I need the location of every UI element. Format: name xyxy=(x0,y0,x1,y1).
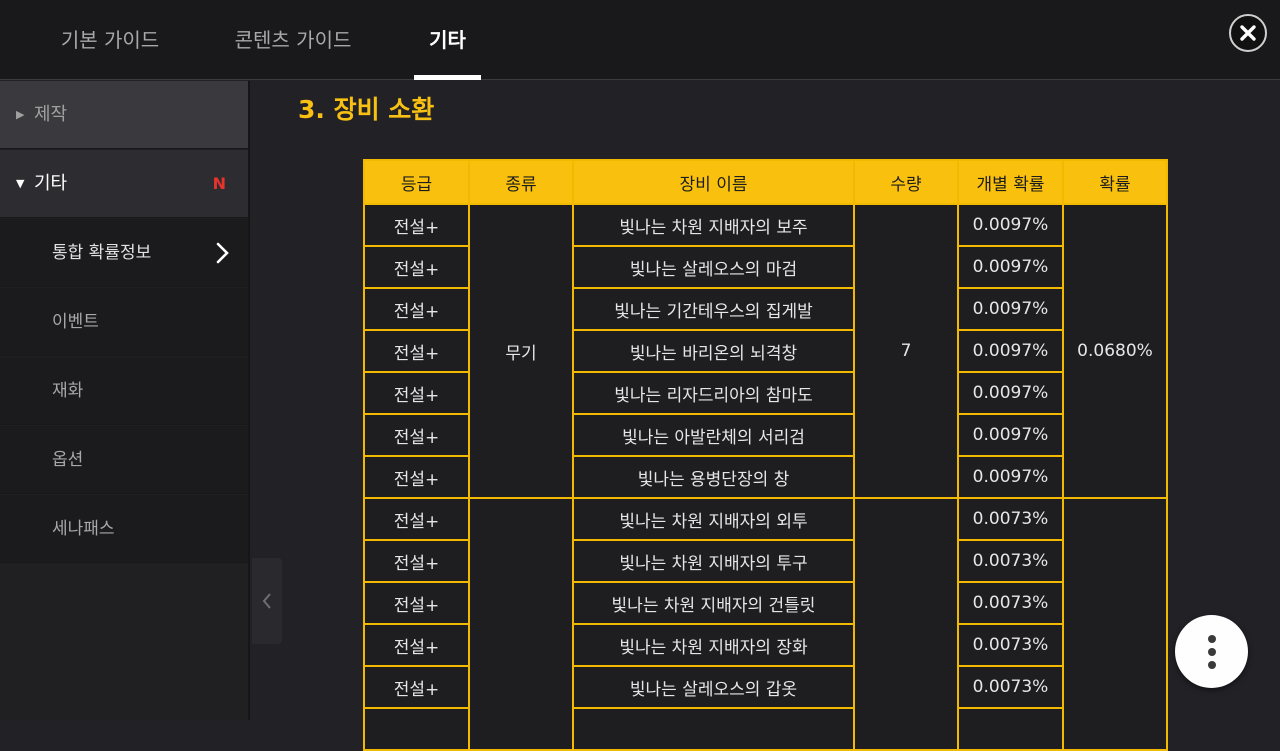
grade-cell: 전설+ xyxy=(363,539,470,583)
grade-cell: 전설+ xyxy=(363,581,470,625)
new-badge: N xyxy=(212,174,226,193)
grade-cell: 전설+ xyxy=(363,371,470,415)
name-cell: 빛나는 차원 지배자의 보주 xyxy=(572,203,855,247)
prob-cell: 0.0097% xyxy=(957,287,1064,331)
grade-cell: 전설+ xyxy=(363,203,470,247)
collapse-sidebar-button[interactable] xyxy=(252,558,282,644)
table-row: 전설+ 빛나는 차원 지배자의 외투 0.0073% xyxy=(363,497,1168,751)
chevron-right-icon xyxy=(216,242,229,264)
sidebar-item-label: 이벤트 xyxy=(52,312,99,332)
prob-cell xyxy=(957,707,1064,751)
top-navigation: 기본 가이드 콘텐츠 가이드 기타 xyxy=(0,0,1280,80)
sidebar-item-label: 옵션 xyxy=(52,450,84,470)
prob-cell: 0.0097% xyxy=(957,245,1064,289)
sidebar-item-currency[interactable]: 재화 xyxy=(0,357,248,425)
grade-cell: 전설+ xyxy=(363,287,470,331)
caret-down-icon: ▼ xyxy=(16,177,25,190)
name-cell: 빛나는 기간테우스의 집게발 xyxy=(572,287,855,331)
type-cell xyxy=(468,497,574,751)
header-grade: 등급 xyxy=(363,159,470,205)
more-vertical-icon xyxy=(1207,634,1216,643)
name-cell: 빛나는 바리온의 뇌격창 xyxy=(572,329,855,373)
sidebar-item-option[interactable]: 옵션 xyxy=(0,426,248,494)
header-count: 수량 xyxy=(853,159,959,205)
sidebar: ▶ 제작 ▼ 기타 N 통합 확률정보 이벤트 재화 옵션 세나패스 xyxy=(0,81,248,720)
grade-cell: 전설+ xyxy=(363,665,470,709)
prob-cell: 0.0073% xyxy=(957,665,1064,709)
sidebar-item-probability[interactable]: 통합 확률정보 xyxy=(0,219,248,287)
grade-cell: 전설+ xyxy=(363,497,470,541)
prob-cell: 0.0073% xyxy=(957,539,1064,583)
prob-cell: 0.0097% xyxy=(957,203,1064,247)
grade-cell: 전설+ xyxy=(363,413,470,457)
sidebar-divider xyxy=(248,81,250,720)
prob-cell: 0.0097% xyxy=(957,455,1064,499)
equipment-probability-table: 등급 종류 장비 이름 수량 개별 확률 확률 전설+ 무기 빛나는 차원 지배… xyxy=(363,159,1168,751)
caret-right-icon: ▶ xyxy=(16,108,25,121)
prob-cell: 0.0073% xyxy=(957,623,1064,667)
sidebar-item-event[interactable]: 이벤트 xyxy=(0,288,248,356)
prob-cell: 0.0073% xyxy=(957,497,1064,541)
table-row: 전설+ 무기 빛나는 차원 지배자의 보주 7 0.0097% 0.0680% xyxy=(363,203,1168,499)
sidebar-category-label: 기타 xyxy=(34,173,68,194)
type-cell: 무기 xyxy=(468,203,574,499)
more-options-button[interactable] xyxy=(1175,615,1248,688)
name-cell: 빛나는 차원 지배자의 외투 xyxy=(572,497,855,541)
grade-cell: 전설+ xyxy=(363,455,470,499)
header-type: 종류 xyxy=(468,159,574,205)
header-prob: 확률 xyxy=(1062,159,1168,205)
name-cell: 빛나는 차원 지배자의 장화 xyxy=(572,623,855,667)
tab-etc[interactable]: 기타 xyxy=(414,0,481,80)
name-cell: 빛나는 살레오스의 갑옷 xyxy=(572,665,855,709)
prob-cell: 0.0097% xyxy=(957,413,1064,457)
close-icon xyxy=(1240,25,1256,41)
more-vertical-icon-dot xyxy=(1207,660,1216,669)
prob-cell: 0.0097% xyxy=(957,329,1064,373)
prob-cell: 0.0097% xyxy=(957,371,1064,415)
header-individual-prob: 개별 확률 xyxy=(957,159,1064,205)
close-button[interactable] xyxy=(1229,14,1267,52)
tab-basic-guide[interactable]: 기본 가이드 xyxy=(50,0,170,80)
section-title: 3. 장비 소환 xyxy=(298,95,435,124)
count-cell xyxy=(853,497,959,751)
tab-content-guide[interactable]: 콘텐츠 가이드 xyxy=(222,0,364,80)
sidebar-category-craft[interactable]: ▶ 제작 xyxy=(0,81,248,149)
sidebar-item-label: 재화 xyxy=(52,381,84,401)
count-cell: 7 xyxy=(853,203,959,499)
name-cell: 빛나는 용병단장의 창 xyxy=(572,455,855,499)
name-cell xyxy=(572,707,855,751)
chevron-left-icon xyxy=(262,593,271,609)
name-cell: 빛나는 아발란체의 서리검 xyxy=(572,413,855,457)
grade-cell: 전설+ xyxy=(363,623,470,667)
prob-cell: 0.0073% xyxy=(957,581,1064,625)
total-prob-cell: 0.0680% xyxy=(1062,203,1168,499)
grade-cell: 전설+ xyxy=(363,245,470,289)
total-prob-cell xyxy=(1062,497,1168,751)
sidebar-item-label: 통합 확률정보 xyxy=(52,243,152,263)
name-cell: 빛나는 리자드리아의 참마도 xyxy=(572,371,855,415)
sidebar-category-label: 제작 xyxy=(34,104,68,125)
table-header-row: 등급 종류 장비 이름 수량 개별 확률 확률 xyxy=(363,159,1168,205)
name-cell: 빛나는 살레오스의 마검 xyxy=(572,245,855,289)
name-cell: 빛나는 차원 지배자의 투구 xyxy=(572,539,855,583)
grade-cell xyxy=(363,707,470,751)
sidebar-item-senapass[interactable]: 세나패스 xyxy=(0,495,248,563)
name-cell: 빛나는 차원 지배자의 건틀릿 xyxy=(572,581,855,625)
more-vertical-icon-dot xyxy=(1207,647,1216,656)
header-name: 장비 이름 xyxy=(572,159,855,205)
sidebar-category-etc[interactable]: ▼ 기타 N xyxy=(0,150,248,218)
grade-cell: 전설+ xyxy=(363,329,470,373)
sidebar-item-label: 세나패스 xyxy=(52,519,115,539)
